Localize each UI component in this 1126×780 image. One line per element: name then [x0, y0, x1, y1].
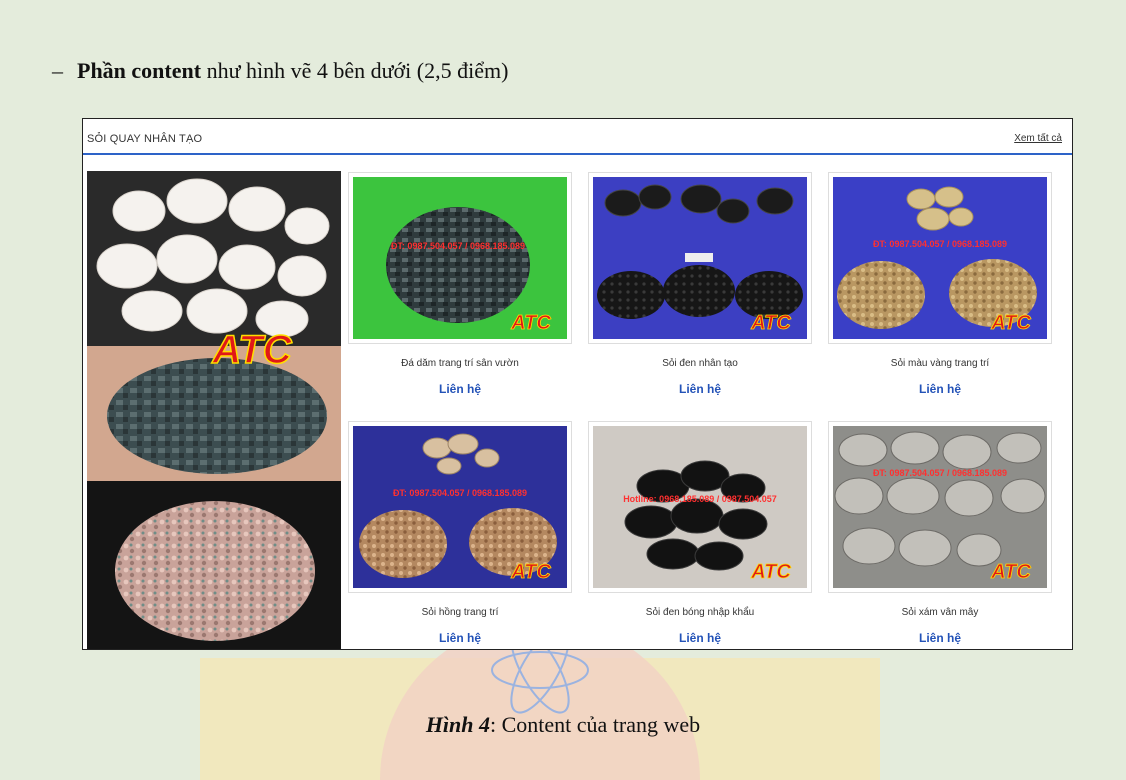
- product-image[interactable]: ĐT: 0987.504.057 / 0968.185.089 ATC: [828, 172, 1052, 344]
- product-image[interactable]: ĐT: 0987.504.057 / 0968.185.089 ATC: [348, 421, 572, 593]
- product-logo: ATC: [990, 561, 1031, 583]
- product-name[interactable]: Sỏi xám vân mây: [828, 607, 1052, 618]
- product-name[interactable]: Sỏi hồng trang trí: [348, 607, 572, 618]
- contact-link[interactable]: Liên hệ: [828, 631, 1052, 645]
- product-card[interactable]: ĐT: 0987.504.057 / 0968.185.089 ATC Đá d…: [348, 172, 572, 396]
- product-logo: ATC: [510, 561, 551, 583]
- figure-caption: Hình 4: Content của trang web: [0, 712, 1126, 738]
- panel-header: SỎI QUAY NHÂN TẠO Xem tất cả: [83, 119, 1072, 155]
- contact-link[interactable]: Liên hệ: [588, 382, 812, 396]
- product-logo: ATC: [750, 561, 791, 583]
- product-logo: ATC: [990, 312, 1031, 334]
- contact-link[interactable]: Liên hệ: [828, 382, 1052, 396]
- product-image[interactable]: Hotline: 0968.185.089 / 0987.504.057 ATC: [588, 421, 812, 593]
- product-name[interactable]: Đá dăm trang trí sân vườn: [348, 358, 572, 369]
- svg-text:Hotline: 0968.185.089 / 0987.5: Hotline: 0968.185.089 / 0987.504.057: [623, 494, 777, 504]
- heading-rest: như hình vẽ 4 bên dưới (2,5 điểm): [201, 58, 509, 83]
- contact-link[interactable]: Liên hệ: [588, 631, 812, 645]
- product-card[interactable]: Hotline: 0968.185.089 / 0987.504.057 ATC…: [588, 421, 812, 645]
- product-name[interactable]: Sỏi đen nhân tạo: [588, 358, 812, 369]
- contact-link[interactable]: Liên hệ: [348, 631, 572, 645]
- content-panel: SỎI QUAY NHÂN TẠO Xem tất cả ATC ĐT: 098…: [82, 118, 1073, 650]
- panel-title: SỎI QUAY NHÂN TẠO: [87, 133, 203, 145]
- caption-label: Hình 4: [425, 712, 491, 737]
- product-image[interactable]: ATC: [588, 172, 812, 344]
- svg-text:ĐT: 0987.504.057 / 0968.185.08: ĐT: 0987.504.057 / 0968.185.089: [873, 239, 1007, 249]
- section-heading: – Phần content như hình vẽ 4 bên dưới (2,…: [52, 58, 508, 84]
- heading-bold: Phần content: [77, 58, 202, 83]
- banner-logo: ATC: [211, 328, 292, 372]
- product-card[interactable]: ATC Sỏi đen nhân tạo Liên hệ: [588, 172, 812, 396]
- contact-link[interactable]: Liên hệ: [348, 382, 572, 396]
- product-card[interactable]: ĐT: 0987.504.057 / 0968.185.089 ATC Sỏi …: [828, 421, 1052, 645]
- product-logo: ATC: [750, 312, 791, 334]
- bullet-dash: –: [52, 58, 63, 83]
- svg-text:ĐT: 0987.504.057 / 0968.185.08: ĐT: 0987.504.057 / 0968.185.089: [391, 241, 525, 251]
- product-name[interactable]: Sỏi màu vàng trang trí: [828, 358, 1052, 369]
- product-name[interactable]: Sỏi đen bóng nhập khẩu: [588, 607, 812, 618]
- view-all-link[interactable]: Xem tất cả: [1014, 133, 1062, 144]
- svg-text:ĐT: 0987.504.057 / 0968.185.08: ĐT: 0987.504.057 / 0968.185.089: [873, 468, 1007, 478]
- product-image[interactable]: ĐT: 0987.504.057 / 0968.185.089 ATC: [828, 421, 1052, 593]
- svg-text:ĐT: 0987.504.057 / 0968.185.08: ĐT: 0987.504.057 / 0968.185.089: [393, 488, 527, 498]
- caption-text: : Content của trang web: [490, 712, 701, 737]
- product-image[interactable]: ĐT: 0987.504.057 / 0968.185.089 ATC: [348, 172, 572, 344]
- product-card[interactable]: ĐT: 0987.504.057 / 0968.185.089 ATC Sỏi …: [828, 172, 1052, 396]
- watermark-graphic: [200, 640, 880, 780]
- product-card[interactable]: ĐT: 0987.504.057 / 0968.185.089 ATC Sỏi …: [348, 421, 572, 645]
- category-banner-image[interactable]: ATC: [87, 171, 341, 650]
- product-logo: ATC: [510, 312, 551, 334]
